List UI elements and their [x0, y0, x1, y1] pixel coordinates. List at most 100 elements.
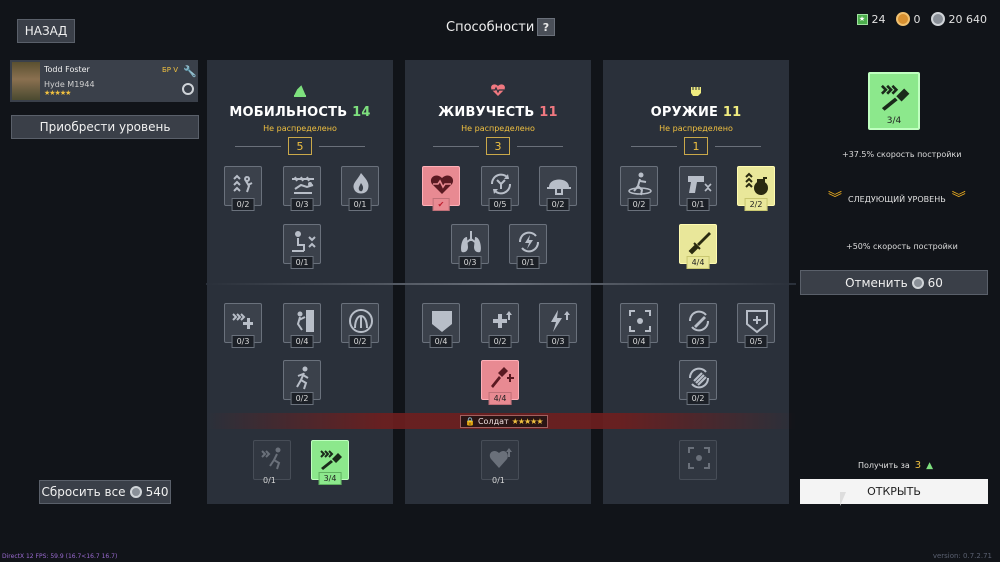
- skill-count: 0/1: [492, 476, 505, 485]
- currency-gold: 0: [895, 12, 921, 26]
- skill-run[interactable]: 0/2: [283, 360, 321, 405]
- current-effect: +37.5% скорость постройки: [842, 150, 962, 159]
- star-badge-icon: ★: [856, 13, 868, 25]
- skill-lungs[interactable]: 0/3: [451, 224, 489, 269]
- grenade-icon: [745, 172, 768, 195]
- currency-bar: ★ 24 0 20 640: [856, 12, 987, 26]
- run-icon: [296, 366, 309, 390]
- skill-count: 0/3: [546, 335, 570, 348]
- weapon-title: ОРУЖИЕ 11: [603, 105, 789, 120]
- open-button[interactable]: ОТКРЫТЬ: [800, 479, 988, 504]
- skill-count: 0/4: [290, 335, 314, 348]
- skill-count: 3/4: [318, 472, 342, 485]
- focus-crosshair-icon: [688, 447, 710, 469]
- tier-divider: [206, 283, 796, 285]
- aim-walk-icon: [628, 172, 652, 196]
- skill-sprint-heal[interactable]: 0/3: [224, 303, 262, 348]
- reset-all-label: Сбросить все: [41, 485, 126, 499]
- back-button[interactable]: НАЗАД: [17, 19, 75, 43]
- weapon-name: ОРУЖИЕ: [650, 105, 719, 120]
- skill-reload[interactable]: 0/3: [679, 303, 717, 348]
- cancel-button[interactable]: Отменить 60: [800, 270, 988, 295]
- skill-count: 2/2: [744, 198, 768, 211]
- lock-stars: ★★★★★: [511, 417, 544, 426]
- skill-count: 0/2: [290, 392, 314, 405]
- skill-build-speed[interactable]: 3/4: [311, 440, 349, 485]
- reload-icon: [688, 310, 710, 332]
- settings-icon[interactable]: [182, 83, 194, 95]
- mobility-unassigned: Не распределено: [263, 124, 337, 133]
- fps-counter: DirectX 12 FPS: 59.9 (16.7<16.7 16.7): [2, 553, 118, 560]
- skill-crawl[interactable]: 0/3: [283, 166, 321, 211]
- weapon-points: 1: [631, 137, 761, 155]
- skill-locked-heart[interactable]: [481, 440, 519, 480]
- reset-all-button[interactable]: Сбросить все 540: [39, 480, 171, 504]
- next-level-header: ︾ СЛЕДУЮЩИЙ УРОВЕНЬ ︾: [828, 191, 966, 207]
- gold-coin-icon: [895, 12, 910, 26]
- focus-crosshair-icon: [629, 310, 651, 332]
- mobility-points: 5: [235, 137, 365, 155]
- skill-melee[interactable]: 4/4: [679, 224, 717, 269]
- soldier-stars: ★★★★★: [44, 89, 71, 97]
- skill-count: 0/4: [429, 335, 453, 348]
- skill-count: 4/4: [686, 256, 710, 269]
- next-level-label: СЛЕДУЮЩИЙ УРОВЕНЬ: [848, 194, 946, 204]
- skill-health[interactable]: ✔: [422, 166, 460, 211]
- obtain-for-value: 3: [914, 460, 922, 471]
- skill-count: 0/5: [488, 198, 512, 211]
- currency-stars: ★ 24: [856, 12, 886, 26]
- vitality-points: 3: [433, 137, 563, 155]
- mobility-column: МОБИЛЬНОСТЬ 14 Не распределено 5 0/2 0/3…: [207, 60, 393, 504]
- skill-crouch[interactable]: 0/1: [283, 224, 321, 269]
- skill-climb[interactable]: 0/2: [224, 166, 262, 211]
- heart-pulse-icon: [430, 175, 454, 194]
- wrench-icon[interactable]: 🔧: [183, 66, 197, 78]
- skill-armor[interactable]: 0/4: [422, 303, 460, 348]
- skill-helmet[interactable]: 0/2: [539, 166, 577, 211]
- skill-focus[interactable]: 0/4: [620, 303, 658, 348]
- lightning-up-icon: [551, 310, 570, 332]
- chevron-down-icon: ︾: [828, 191, 842, 207]
- weapon-column: ОРУЖИЕ 11 Не распределено 1 0/2 0/1 2/2 …: [603, 60, 789, 504]
- crawl-under-wire-icon: [292, 176, 314, 194]
- skill-jump-over[interactable]: 0/2: [341, 303, 379, 348]
- skill-energy-regen[interactable]: 0/1: [509, 224, 547, 269]
- skill-wall-climb[interactable]: 0/4: [283, 303, 321, 348]
- vitality-value: 11: [539, 105, 558, 120]
- skill-stamina[interactable]: 0/5: [481, 166, 519, 211]
- page-title: Способности: [446, 20, 535, 35]
- silver-coin-icon: [930, 12, 945, 26]
- hammer-build-icon: [320, 450, 342, 470]
- skill-locked-sprint[interactable]: [253, 440, 291, 480]
- silver-coin-icon: [129, 486, 142, 498]
- selected-skill-count: 3/4: [870, 114, 918, 128]
- lock-icon: 🔒: [465, 417, 475, 426]
- skill-locked-focus[interactable]: [679, 440, 717, 480]
- skill-aim-move[interactable]: 0/2: [620, 166, 658, 211]
- buy-level-button[interactable]: Приобрести уровень: [11, 115, 199, 139]
- skill-fire[interactable]: 0/1: [341, 166, 379, 211]
- skill-repair-heal[interactable]: 4/4: [481, 360, 519, 405]
- version-label: version: 0.7.2.71: [932, 552, 992, 560]
- skill-count: 0/3: [290, 198, 314, 211]
- skill-grenade[interactable]: 2/2: [737, 166, 775, 211]
- mobility-points-value: 5: [288, 137, 312, 155]
- wall-climb-icon: [296, 310, 314, 332]
- skill-medic-shield[interactable]: 0/5: [737, 303, 775, 348]
- skill-ammo[interactable]: 0/2: [679, 360, 717, 405]
- medic-shield-icon: [746, 310, 768, 334]
- weapon-value: 11: [722, 105, 742, 120]
- skill-heal-up[interactable]: 0/2: [481, 303, 519, 348]
- skill-energy-up[interactable]: 0/3: [539, 303, 577, 348]
- skill-count: 0/1: [290, 256, 314, 269]
- soldier-card[interactable]: Todd Foster Hyde M1944 ★★★★★ БР V 🔧: [10, 60, 198, 102]
- mouse-cursor-icon: [840, 492, 852, 506]
- skill-count: 0/1: [516, 256, 540, 269]
- ammo-reload-icon: [688, 367, 710, 389]
- back-button-label: НАЗАД: [24, 24, 68, 38]
- vitality-column: ЖИВУЧЕСТЬ 11 Не распределено 3 ✔ 0/5 0/2…: [405, 60, 591, 504]
- skill-count: 0/1: [348, 198, 372, 211]
- skill-pistol[interactable]: 0/1: [679, 166, 717, 211]
- skill-count: 0/3: [231, 335, 255, 348]
- help-button[interactable]: ?: [537, 18, 555, 36]
